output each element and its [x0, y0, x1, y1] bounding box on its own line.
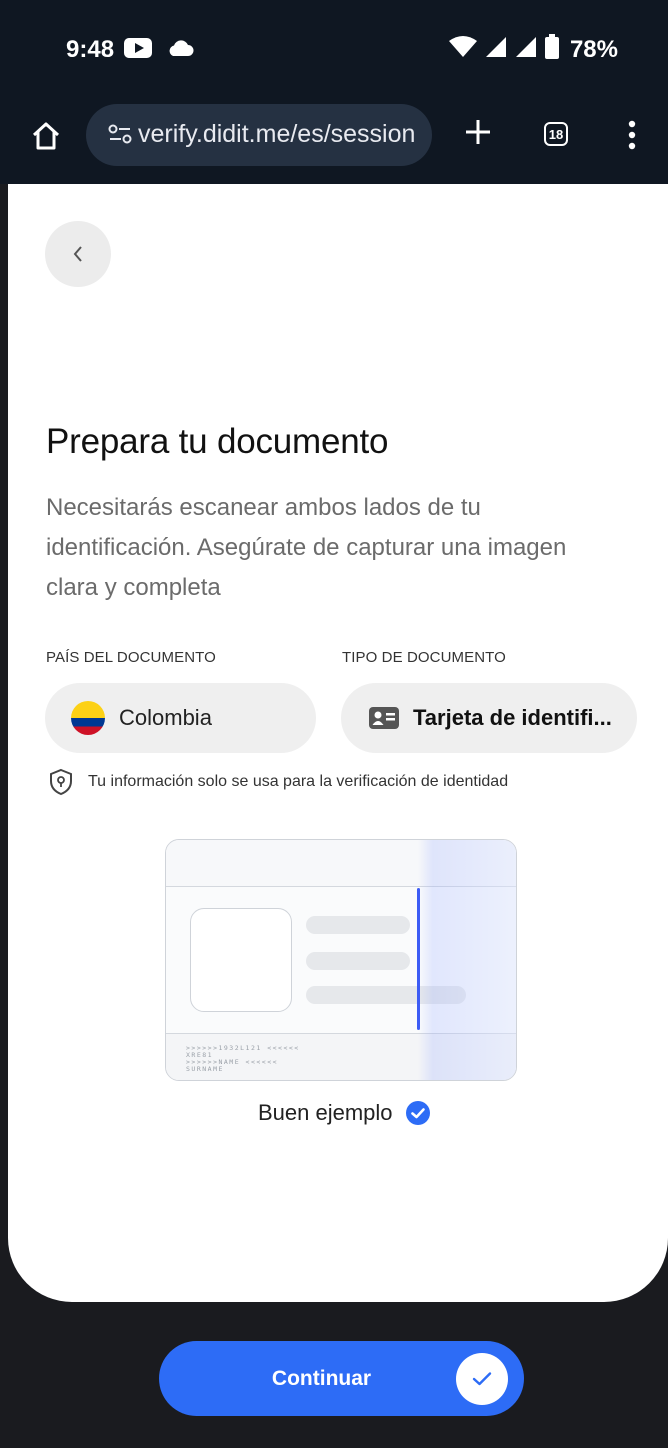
screen: 9:48 78% verify.didit.me/es/session 18 P… — [0, 0, 668, 1448]
scan-glow — [418, 840, 516, 1080]
privacy-text: Tu información solo se usa para la verif… — [88, 773, 509, 790]
doctype-value: Tarjeta de identifi... — [413, 705, 612, 730]
tab-switcher-button[interactable]: 18 — [544, 122, 568, 146]
chevron-left-icon — [73, 246, 82, 262]
notification-icons — [124, 38, 194, 58]
id-text-line — [306, 952, 410, 970]
home-icon[interactable] — [30, 120, 62, 157]
good-example-caption: Buen ejemplo — [258, 1100, 431, 1126]
country-value: Colombia — [119, 705, 212, 730]
youtube-icon — [124, 38, 152, 58]
verified-check-icon — [405, 1101, 430, 1125]
id-mrz-text: >>>>>>1932L121 <<<<<< XRE81 >>>>>>NAME <… — [186, 1044, 300, 1073]
shield-icon — [50, 768, 72, 796]
continue-label: Continuar — [271, 1367, 372, 1390]
wifi-icon — [448, 35, 478, 64]
colombia-flag-icon — [71, 701, 105, 735]
status-time: 9:48 — [66, 36, 115, 63]
system-icons: 78% — [448, 34, 618, 65]
battery-percent: 78% — [569, 35, 618, 63]
good-example-text: Buen ejemplo — [258, 1100, 393, 1125]
new-tab-icon[interactable] — [464, 118, 492, 151]
signal-icon — [484, 35, 508, 64]
id-text-line — [306, 916, 410, 934]
page-subtitle: Necesitarás escanear ambos lados de tu i… — [46, 494, 567, 601]
page-title: Prepara tu documento — [46, 422, 389, 461]
site-settings-icon[interactable] — [108, 124, 132, 149]
privacy-note: Tu información solo se usa para la verif… — [48, 768, 508, 796]
signal-icon — [514, 35, 538, 64]
doctype-select[interactable]: Tarjeta de identifi... — [341, 683, 637, 753]
more-menu-icon[interactable] — [628, 120, 636, 155]
url-text: verify.didit.me/es/session — [138, 120, 416, 148]
id-card-icon — [369, 707, 399, 729]
id-card-example-illustration: >>>>>>1932L121 <<<<<< XRE81 >>>>>>NAME <… — [165, 839, 517, 1081]
browser-toolbar: verify.didit.me/es/session 18 — [0, 96, 668, 184]
status-bar: 9:48 78% — [0, 0, 668, 96]
back-button[interactable] — [45, 221, 111, 287]
id-photo-placeholder — [190, 908, 292, 1012]
address-bar[interactable]: verify.didit.me/es/session — [86, 104, 432, 166]
country-label: PAÍS DEL DOCUMENTO — [46, 649, 216, 666]
country-select[interactable]: Colombia — [45, 683, 316, 753]
main-card: Prepara tu documento Necesitarás escanea… — [8, 184, 668, 1302]
battery-icon — [544, 34, 560, 65]
scan-line — [417, 888, 420, 1030]
cloud-icon — [166, 39, 194, 57]
doctype-label: TIPO DE DOCUMENTO — [342, 649, 506, 666]
check-icon — [456, 1353, 508, 1405]
continue-button[interactable]: Continuar — [159, 1341, 524, 1416]
